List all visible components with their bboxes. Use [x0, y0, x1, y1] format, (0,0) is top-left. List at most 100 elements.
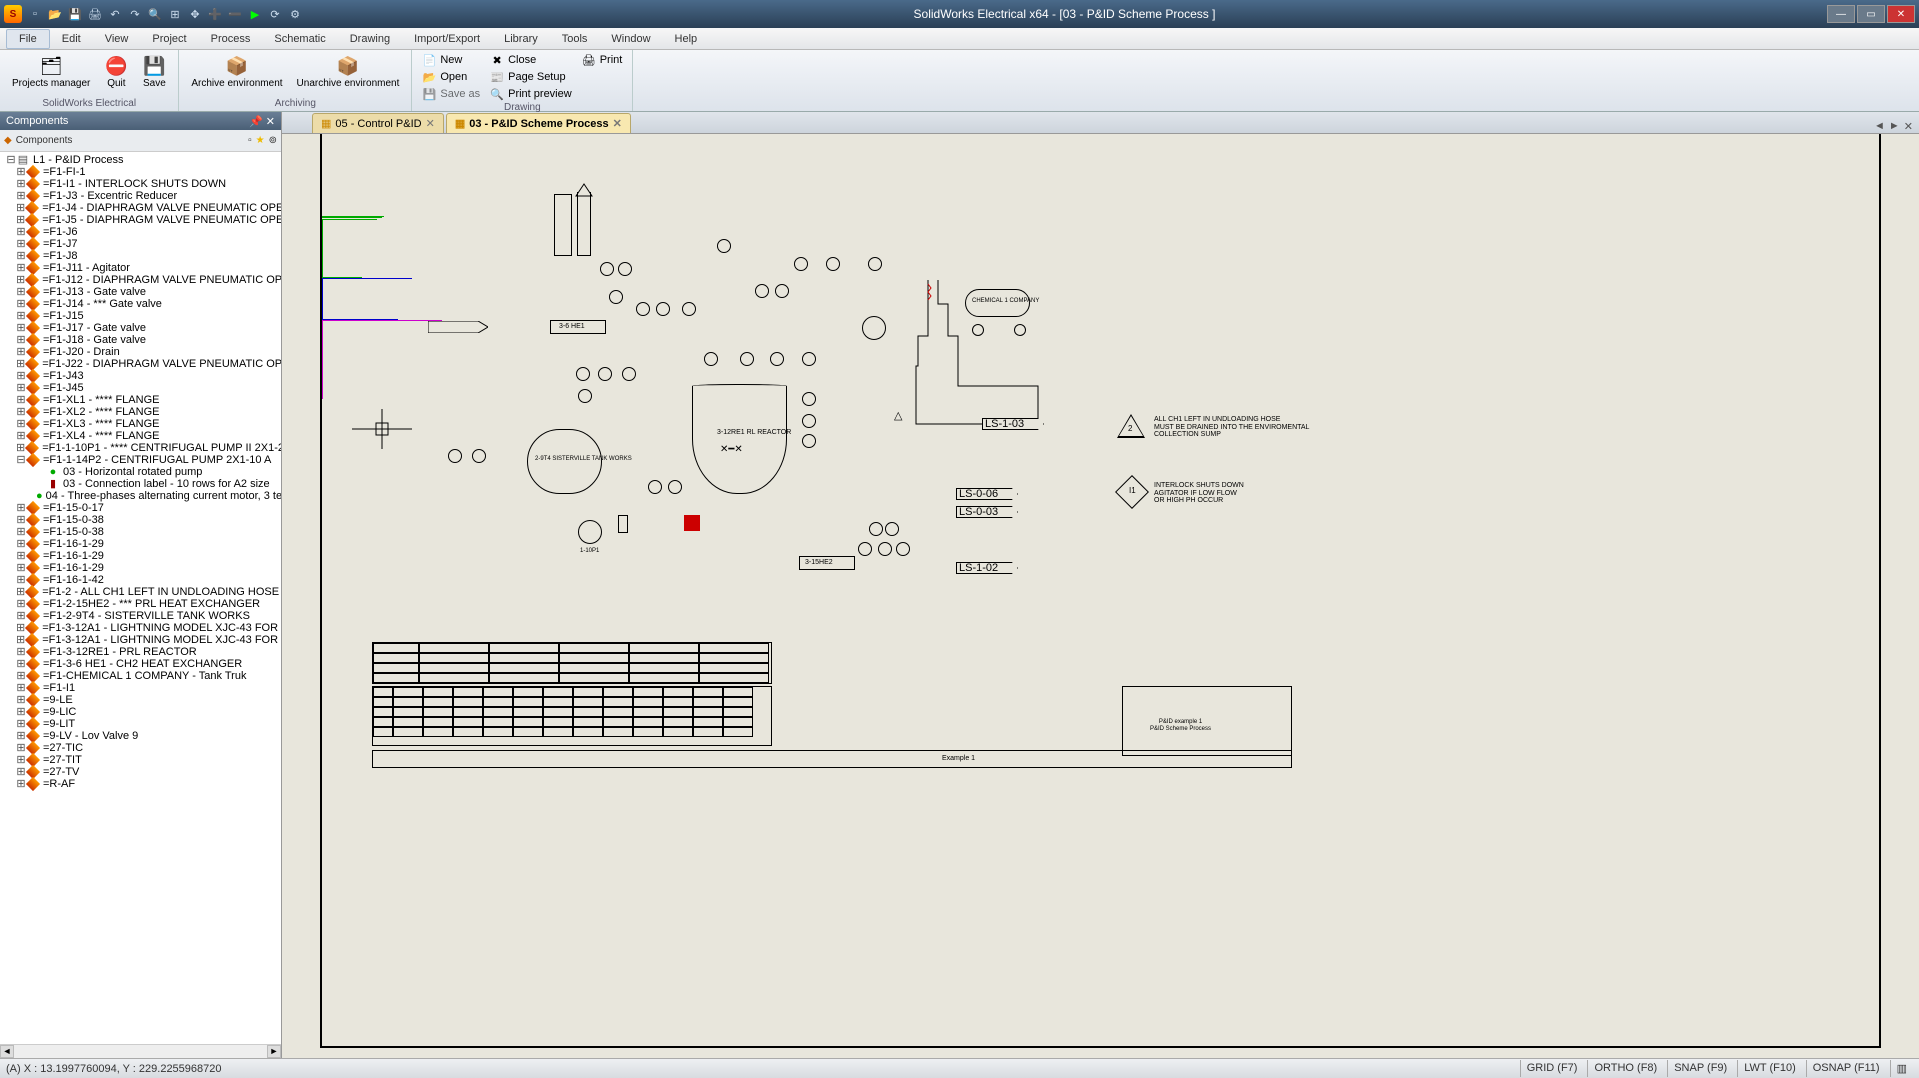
- tree-node[interactable]: ⊞=F1-J17 - Gate valve: [2, 322, 279, 334]
- qat-zoom-window-icon[interactable]: 🔍: [146, 5, 164, 23]
- menu-project[interactable]: Project: [140, 30, 198, 48]
- restore-button[interactable]: ▭: [1857, 5, 1885, 23]
- tree-twisty-icon[interactable]: ⊞: [16, 430, 26, 442]
- components-tab-label[interactable]: Components: [16, 135, 73, 146]
- tree-node[interactable]: ⊞=F1-2-15HE2 - *** PRL HEAT EXCHANGER: [2, 598, 279, 610]
- panel-pin-icon[interactable]: 📌: [249, 115, 263, 128]
- menu-file[interactable]: File: [6, 29, 50, 49]
- tree-twisty-icon[interactable]: ⊞: [16, 562, 26, 574]
- panel-tool-fav-icon[interactable]: ★: [256, 135, 265, 146]
- snap-osnap[interactable]: OSNAP (F11): [1806, 1060, 1886, 1077]
- tree-node[interactable]: ⊞=F1-CHEMICAL 1 COMPANY - Tank Truk: [2, 670, 279, 682]
- tree-twisty-icon[interactable]: ⊞: [16, 730, 26, 742]
- tree-node[interactable]: ⊞=27-TV: [2, 766, 279, 778]
- tree-node[interactable]: ●04 - Three-phases alternating current m…: [2, 490, 279, 502]
- close-tab-icon[interactable]: ✕: [613, 117, 622, 130]
- tree-twisty-icon[interactable]: ⊞: [16, 442, 25, 454]
- tree-twisty-icon[interactable]: ⊞: [16, 274, 25, 286]
- tree-node[interactable]: ⊞=F1-2 - ALL CH1 LEFT IN UNDLOADING HOSE: [2, 586, 279, 598]
- qat-run-icon[interactable]: ▶: [246, 5, 264, 23]
- tree-node[interactable]: ⊞=F1-I1: [2, 682, 279, 694]
- tree-twisty-icon[interactable]: ⊞: [16, 286, 26, 298]
- tree-twisty-icon[interactable]: ⊞: [16, 358, 25, 370]
- tab-control-pid[interactable]: ▦ 05 - Control P&ID ✕: [312, 113, 444, 133]
- tree-twisty-icon[interactable]: ⊞: [16, 310, 26, 322]
- close-doc-button[interactable]: ✖Close: [486, 52, 576, 68]
- tree-twisty-icon[interactable]: ⊞: [16, 598, 26, 610]
- tree-node[interactable]: ⊞=27-TIC: [2, 742, 279, 754]
- tree-twisty-icon[interactable]: ⊞: [16, 418, 26, 430]
- tree-twisty-icon[interactable]: ⊞: [16, 322, 26, 334]
- tree-node[interactable]: ⊞=F1-XL4 - **** FLANGE: [2, 430, 279, 442]
- close-button[interactable]: ✕: [1887, 5, 1915, 23]
- tree-node[interactable]: ⊞=F1-J14 - *** Gate valve: [2, 298, 279, 310]
- qat-pan-icon[interactable]: ✥: [186, 5, 204, 23]
- tree-twisty-icon[interactable]: ⊞: [16, 694, 26, 706]
- tree-twisty-icon[interactable]: ⊞: [16, 526, 26, 538]
- tree-twisty-icon[interactable]: ⊞: [16, 538, 26, 550]
- minimize-button[interactable]: —: [1827, 5, 1855, 23]
- tree-twisty-icon[interactable]: ⊞: [16, 226, 26, 238]
- snap-grid[interactable]: GRID (F7): [1520, 1060, 1584, 1077]
- snap-lwt[interactable]: LWT (F10): [1737, 1060, 1802, 1077]
- projects-manager-button[interactable]: 🗂Projects manager: [6, 52, 96, 91]
- tree-twisty-icon[interactable]: ⊞: [16, 166, 26, 178]
- tree-node[interactable]: ●03 - Horizontal rotated pump: [2, 466, 279, 478]
- tree-node[interactable]: ⊞=F1-XL3 - **** FLANGE: [2, 418, 279, 430]
- tree-node[interactable]: ⊞=F1-16-1-29: [2, 562, 279, 574]
- tree-twisty-icon[interactable]: ⊞: [16, 682, 26, 694]
- tab-scheme-process[interactable]: ▦ 03 - P&ID Scheme Process ✕: [446, 113, 631, 133]
- tree-twisty-icon[interactable]: ⊞: [16, 502, 26, 514]
- tree-twisty-icon[interactable]: ⊞: [16, 634, 25, 646]
- tree-node[interactable]: ⊞=F1-J13 - Gate valve: [2, 286, 279, 298]
- tree-node[interactable]: ⊞=F1-J20 - Drain: [2, 346, 279, 358]
- tree-node[interactable]: ⊞=9-LIT: [2, 718, 279, 730]
- tree-node[interactable]: ⊞=F1-2-9T4 - SISTERVILLE TANK WORKS: [2, 610, 279, 622]
- tree-node[interactable]: ▮03 - Connection label - 10 rows for A2 …: [2, 478, 279, 490]
- menu-library[interactable]: Library: [492, 30, 550, 48]
- tree-twisty-icon[interactable]: ⊞: [16, 382, 26, 394]
- menu-window[interactable]: Window: [599, 30, 662, 48]
- saveas-button[interactable]: 💾Save as: [418, 86, 484, 102]
- open-button[interactable]: 📂Open: [418, 69, 484, 85]
- tree-twisty-icon[interactable]: ⊞: [16, 766, 26, 778]
- tree-node[interactable]: ⊞=F1-J18 - Gate valve: [2, 334, 279, 346]
- snap-ortho[interactable]: ORTHO (F8): [1587, 1060, 1663, 1077]
- tree-twisty-icon[interactable]: ⊞: [16, 214, 25, 226]
- tree-node[interactable]: ⊞=F1-J15: [2, 310, 279, 322]
- qat-zoom-out-icon[interactable]: ➖: [226, 5, 244, 23]
- tree-twisty-icon[interactable]: ⊞: [16, 238, 26, 250]
- print-button[interactable]: 🖨Print: [578, 52, 627, 68]
- drawing-canvas[interactable]: 3-12RE1 RL REACTOR ✕━✕ 2-9T4 SISTERVILLE…: [282, 112, 1919, 1058]
- tree-node[interactable]: ⊞=F1-J22 - DIAPHRAGM VALVE PNEUMATIC OPE…: [2, 358, 279, 370]
- tree-twisty-icon[interactable]: ⊞: [16, 334, 26, 346]
- tree-twisty-icon[interactable]: ⊞: [16, 622, 25, 634]
- qat-save-icon[interactable]: 💾: [66, 5, 84, 23]
- tree-node[interactable]: ⊞=F1-J11 - Agitator: [2, 262, 279, 274]
- tree-twisty-icon[interactable]: ⊞: [16, 586, 25, 598]
- tree-twisty-icon[interactable]: ⊞: [16, 658, 26, 670]
- menu-schematic[interactable]: Schematic: [262, 30, 337, 48]
- components-tree[interactable]: ⊟▤L1 - P&ID Process⊞=F1-FI-1⊞=F1-I1 - IN…: [0, 152, 281, 1044]
- tree-twisty-icon[interactable]: ⊞: [16, 190, 26, 202]
- tree-node[interactable]: ⊞=F1-XL2 - **** FLANGE: [2, 406, 279, 418]
- tree-node[interactable]: ⊞=F1-J12 - DIAPHRAGM VALVE PNEUMATIC OPE…: [2, 274, 279, 286]
- tree-node[interactable]: ⊞=F1-J8: [2, 250, 279, 262]
- status-extra-icon[interactable]: ▥: [1890, 1060, 1913, 1077]
- tree-twisty-icon[interactable]: ⊞: [16, 646, 26, 658]
- menu-help[interactable]: Help: [663, 30, 710, 48]
- menu-edit[interactable]: Edit: [50, 30, 93, 48]
- tree-node[interactable]: ⊞=27-TIT: [2, 754, 279, 766]
- tree-node[interactable]: ⊞=F1-J4 - DIAPHRAGM VALVE PNEUMATIC OPER…: [2, 202, 279, 214]
- tree-twisty-icon[interactable]: ⊞: [16, 778, 26, 790]
- tree-node[interactable]: ⊞=F1-1-10P1 - **** CENTRIFUGAL PUMP II 2…: [2, 442, 279, 454]
- tree-node[interactable]: ⊞=R-AF: [2, 778, 279, 790]
- panel-hscrollbar[interactable]: ◄►: [0, 1044, 281, 1058]
- tree-twisty-icon[interactable]: ⊞: [16, 742, 26, 754]
- panel-close-icon[interactable]: ✕: [266, 115, 275, 128]
- qat-undo-icon[interactable]: ↶: [106, 5, 124, 23]
- tree-node[interactable]: ⊞=F1-J3 - Excentric Reducer: [2, 190, 279, 202]
- menu-importexport[interactable]: Import/Export: [402, 30, 492, 48]
- tree-twisty-icon[interactable]: ⊞: [16, 550, 26, 562]
- tree-twisty-icon[interactable]: ⊞: [16, 574, 26, 586]
